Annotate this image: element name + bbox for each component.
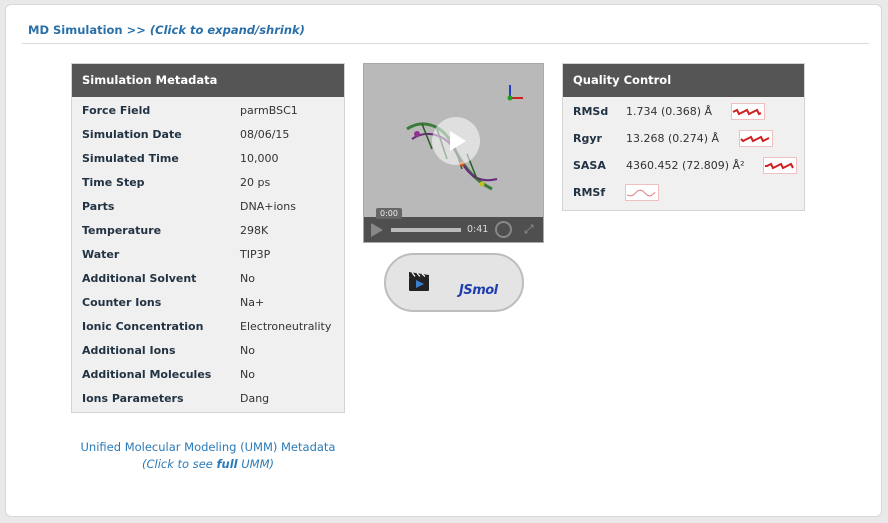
metadata-row: Simulation Date 08/06/15 [72,123,344,147]
plot-thumbnail[interactable] [625,184,659,201]
quality-title: Quality Control [563,64,804,97]
metadata-row: Ionic Concentration Electroneutrality [72,315,344,339]
metadata-row: Counter Ions Na+ [72,291,344,315]
metadata-key: Parts [82,200,115,213]
metadata-row: Force Field parmBSC1 [72,99,344,123]
umm-metadata-link[interactable]: Unified Molecular Modeling (UMM) Metadat… [71,439,345,473]
axes-icon [507,85,523,101]
metadata-value: No [240,344,255,357]
metadata-row: Additional Ions No [72,339,344,363]
simulation-metadata-table: Simulation Metadata Force Field parmBSC1 S… [71,63,345,413]
metadata-row: Additional Solvent No [72,267,344,291]
umm-hint-suffix: UMM) [237,457,275,471]
metadata-value: No [240,368,255,381]
jsmol-logo: JSmol [459,283,498,298]
metadata-key: Ionic Concentration [82,320,204,333]
metadata-row: Time Step 20 ps [72,171,344,195]
metadata-value: 10,000 [240,152,279,165]
plot-thumbnail[interactable] [763,157,797,174]
metadata-value: Dang [240,392,270,405]
expand-hint: (Click to expand/shrink) [149,23,305,37]
metadata-row: Temperature 298K [72,219,344,243]
quality-body: RMSd 1.734 (0.368) Å Rgyr 13.268 (0.274) Å S… [563,97,804,210]
md-simulation-toggle[interactable]: MD Simulation >> (Click to expand/shrink… [28,23,305,37]
metadata-key: Force Field [82,104,151,117]
metadata-value: 298K [240,224,269,237]
metadata-key: Ions Parameters [82,392,184,405]
divider [22,43,869,44]
quality-key: RMSf [573,186,606,199]
metadata-key: Additional Molecules [82,368,212,381]
seek-bar[interactable] [391,228,461,232]
quality-row: RMSd 1.734 (0.368) Å [563,98,804,125]
metadata-key: Water [82,248,120,261]
metadata-row: Simulated Time 10,000 [72,147,344,171]
metadata-key: Additional Solvent [82,272,197,285]
fullscreen-icon[interactable]: ⤢ [524,222,534,237]
jsmol-button[interactable]: JSmol [459,283,498,298]
metadata-value: DNA+ions [240,200,296,213]
quality-value: 4360.452 (72.809) Å² [626,159,745,172]
quality-key: RMSd [573,105,609,118]
umm-hint-full: full [216,457,238,471]
sparkline-icon [626,189,656,197]
metadata-row: Water TIP3P [72,243,344,267]
quality-key: SASA [573,159,606,172]
metadata-key: Simulated Time [82,152,179,165]
viewer-tools: JSmol [384,253,524,312]
metadata-value: No [240,272,255,285]
metadata-key: Counter Ions [82,296,162,309]
metadata-row: Parts DNA+ions [72,195,344,219]
sparkline-icon [765,162,794,170]
quality-value: 1.734 (0.368) Å [626,105,713,118]
clapperboard-play-icon[interactable] [407,269,431,293]
umm-full-hint: (Click to see full UMM) [71,456,345,473]
umm-hint-prefix: (Click to see [141,457,217,471]
sparkline-icon [732,108,762,116]
metadata-key: Time Step [82,176,145,189]
metadata-value: Electroneutrality [240,320,332,333]
metadata-value: TIP3P [240,248,271,261]
metadata-row: Additional Molecules No [72,363,344,387]
metadata-value: parmBSC1 [240,104,298,117]
sparkline-icon [740,135,770,143]
plot-thumbnail[interactable] [739,130,773,147]
quality-value: 13.268 (0.274) Å [626,132,720,145]
plot-thumbnail[interactable] [731,103,765,120]
metadata-value: Na+ [240,296,265,309]
metadata-body: Force Field parmBSC1 Simulation Date 08/06/… [72,97,344,412]
metadata-value: 08/06/15 [240,128,290,141]
video-controls: 0:00 0:41 ⤢ [364,208,543,242]
quality-row: SASA 4360.452 (72.809) Å² [563,152,804,179]
play-icon[interactable] [371,223,383,237]
duration: 0:41 [467,224,489,235]
quality-control-table: Quality Control RMSd 1.734 (0.368) Å Rgyr 1… [562,63,805,211]
metadata-value: 20 ps [240,176,271,189]
umm-title: Unified Molecular Modeling (UMM) Metadat… [80,440,336,454]
quality-row: RMSf [563,179,804,206]
metadata-key: Simulation Date [82,128,182,141]
share-icon[interactable] [495,221,512,238]
metadata-key: Additional Ions [82,344,176,357]
quality-key: Rgyr [573,132,602,145]
metadata-row: Ions Parameters Dang [72,387,344,411]
quality-row: Rgyr 13.268 (0.274) Å [563,125,804,152]
trajectory-video-player[interactable]: 0:00 0:41 ⤢ [363,63,544,243]
play-overlay-icon[interactable] [432,117,480,165]
metadata-key: Temperature [82,224,162,237]
current-time: 0:00 [376,208,402,219]
section-title: MD Simulation >> [28,23,146,37]
metadata-title: Simulation Metadata [72,64,344,97]
